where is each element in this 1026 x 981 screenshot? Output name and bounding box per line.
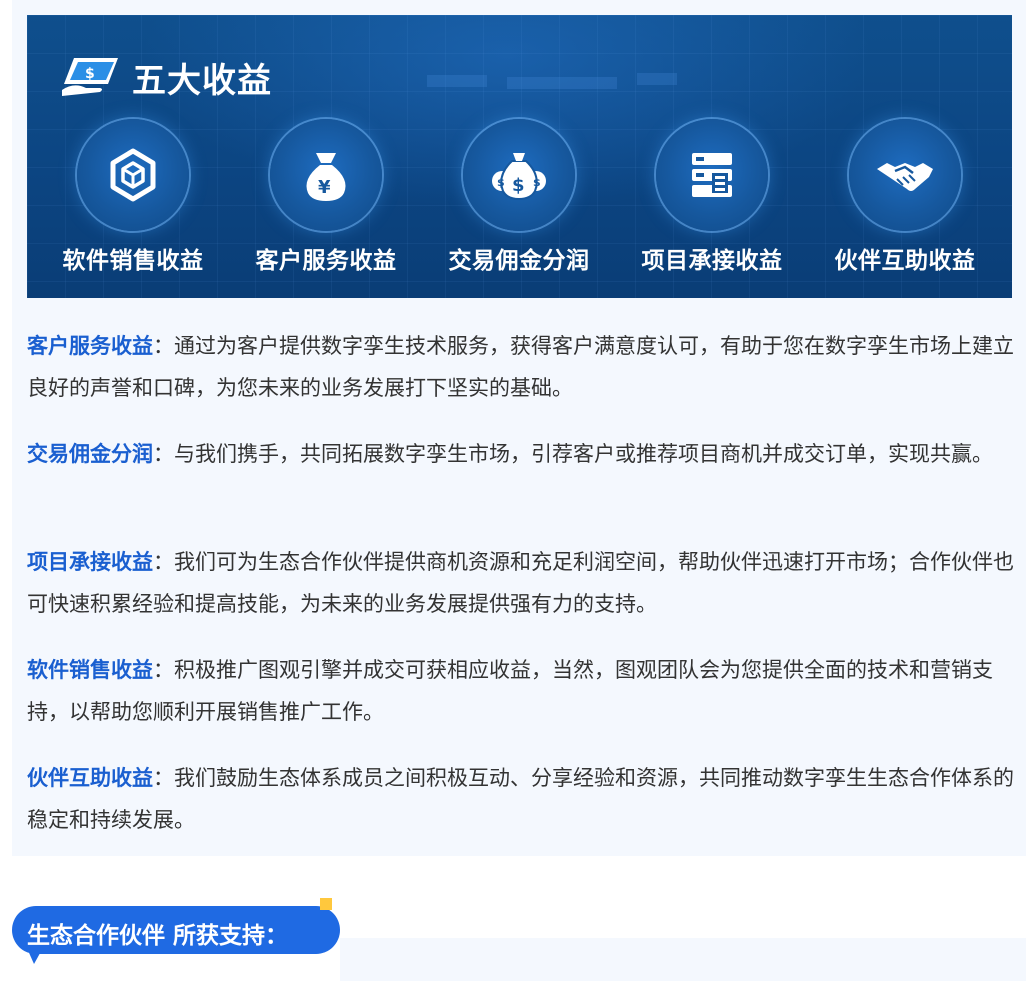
- benefit-label: 客户服务收益: [255, 248, 397, 274]
- benefit-label: 软件销售收益: [62, 248, 204, 274]
- money-bags-icon: $ $ $: [492, 153, 546, 201]
- benefit-description: 伙伴互助收益：我们鼓励生态体系成员之间积极互动、分享经验和资源，共同推动数字孪生…: [27, 757, 1017, 841]
- benefits-banner: $ 五大收益 软件销售收益 ¥ 客户服务收益 $ $ $ 交易佣金分润 项目承接…: [27, 15, 1012, 298]
- benefit-term: 交易佣金分润: [27, 442, 153, 466]
- benefit-item: 伙伴互助收益: [810, 119, 1000, 279]
- heading-accent-dot: [320, 898, 332, 910]
- benefit-icon-ring: $ $ $: [463, 119, 575, 231]
- benefit-text: 与我们携手，共同拓展数字孪生市场，引荐客户或推荐项目商机并成交订单，实现共赢。: [174, 442, 993, 466]
- dollar-card-icon: $: [60, 57, 122, 98]
- benefit-item: $ $ $ 交易佣金分润: [424, 119, 614, 279]
- banner-decoration: [637, 73, 677, 85]
- svg-text:¥: ¥: [318, 177, 331, 198]
- term-separator: ：: [153, 442, 174, 466]
- svg-text:$: $: [512, 175, 525, 196]
- benefit-term: 客户服务收益: [27, 334, 153, 358]
- cube-icon: [110, 148, 156, 202]
- svg-text:$: $: [497, 176, 505, 189]
- banner-title: 五大收益: [132, 61, 272, 101]
- server-document-icon: [692, 153, 732, 197]
- benefit-term: 项目承接收益: [27, 550, 153, 574]
- benefit-label: 交易佣金分润: [448, 248, 590, 274]
- benefit-description: 软件销售收益：积极推广图观引擎并成交可获相应收益，当然，图观团队会为您提供全面的…: [27, 649, 1017, 733]
- benefit-text: 我们可为生态合作伙伴提供商机资源和充足利润空间，帮助伙伴迅速打开市场；合作伙伴也…: [27, 550, 1014, 616]
- benefit-label: 伙伴互助收益: [834, 248, 976, 274]
- benefit-description: 交易佣金分润：与我们携手，共同拓展数字孪生市场，引荐客户或推荐项目商机并成交订单…: [27, 433, 1017, 475]
- banner-decoration: [507, 77, 617, 89]
- term-separator: ：: [153, 550, 174, 574]
- benefit-label: 项目承接收益: [641, 248, 783, 274]
- benefit-term: 软件销售收益: [27, 658, 153, 682]
- section-background: [340, 938, 1026, 981]
- banner-header: $ 五大收益: [60, 53, 272, 102]
- handshake-icon: [877, 163, 933, 191]
- benefit-item: ¥ 客户服务收益: [231, 119, 421, 279]
- benefit-text: 我们鼓励生态体系成员之间积极互动、分享经验和资源，共同推动数字孪生生态合作体系的…: [27, 766, 1014, 832]
- money-bag-icon: ¥: [306, 153, 346, 201]
- benefit-term: 伙伴互助收益: [27, 766, 153, 790]
- benefit-icon-ring: [656, 119, 768, 231]
- benefit-icon-ring: [849, 119, 961, 231]
- term-separator: ：: [153, 658, 174, 682]
- benefit-icon-ring: [77, 119, 189, 231]
- section-heading: 生态合作伙伴 所获支持：: [12, 898, 340, 964]
- section-title: 生态合作伙伴 所获支持：: [27, 923, 289, 949]
- banner-decoration: [427, 75, 487, 87]
- benefit-item: 项目承接收益: [617, 119, 807, 279]
- term-separator: ：: [153, 766, 174, 790]
- svg-text:$: $: [533, 176, 541, 189]
- benefit-item: 软件销售收益: [38, 119, 228, 279]
- benefit-description: 项目承接收益：我们可为生态合作伙伴提供商机资源和充足利润空间，帮助伙伴迅速打开市…: [27, 541, 1017, 625]
- benefit-description: 客户服务收益：通过为客户提供数字孪生技术服务，获得客户满意度认可，有助于您在数字…: [27, 325, 1017, 409]
- benefit-icon-ring: ¥: [270, 119, 382, 231]
- term-separator: ：: [153, 334, 174, 358]
- benefit-text: 通过为客户提供数字孪生技术服务，获得客户满意度认可，有助于您在数字孪生市场上建立…: [27, 334, 1014, 400]
- svg-text:$: $: [85, 66, 95, 82]
